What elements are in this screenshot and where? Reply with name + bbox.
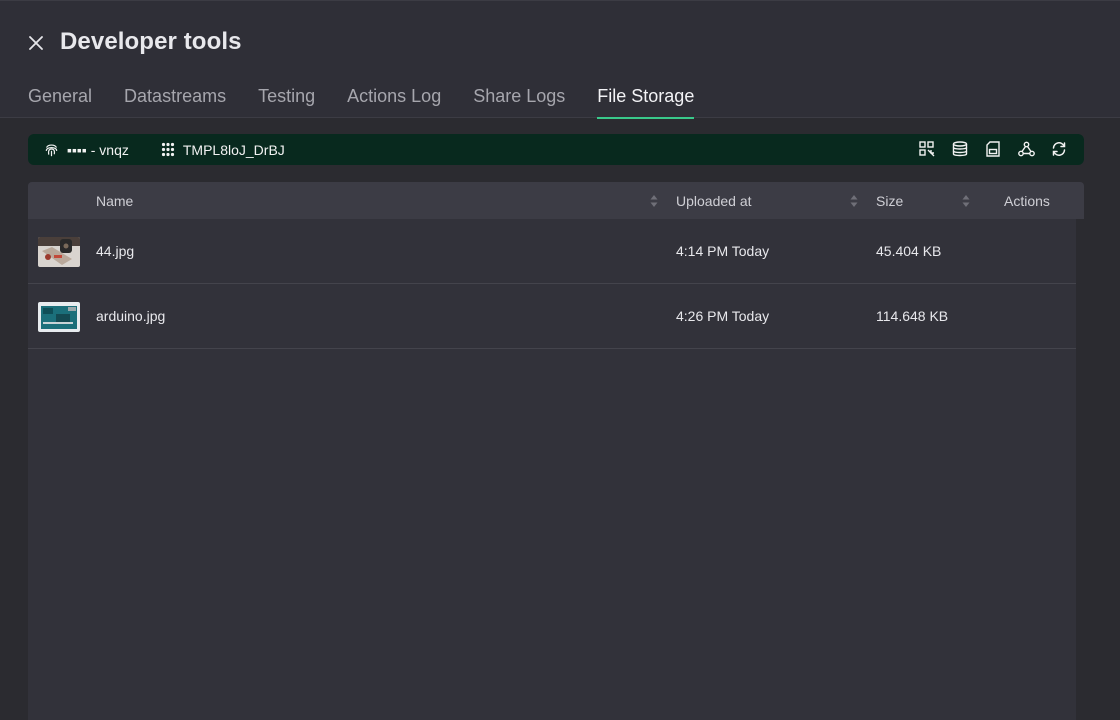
webhook-icon [1017,141,1035,157]
table-scrollbar[interactable] [1076,219,1084,720]
fingerprint-icon [45,144,58,157]
sd-card-icon [986,141,1000,157]
refresh-button[interactable] [1050,139,1068,159]
tab-actions-log[interactable]: Actions Log [347,84,441,119]
column-header-name[interactable]: Name [96,193,133,209]
template-info: TMPL8loJ_DrBJ [161,142,285,158]
page-title: Developer tools [60,28,242,55]
device-name: ▪▪▪▪ - vnqz [67,141,129,158]
device-info: ▪▪▪▪ - vnqz [44,142,129,158]
column-header-uploaded[interactable]: Uploaded at [676,193,752,209]
sort-name-icon[interactable] [650,194,658,208]
file-name[interactable]: 44.jpg [96,243,134,259]
file-size: 114.648 KB [876,308,949,324]
database-icon [952,141,968,157]
sort-size-icon[interactable] [962,194,970,208]
tab-file-storage[interactable]: File Storage [597,84,695,119]
table-row[interactable]: 44.jpg 4:14 PM Today 45.404 KB [28,219,1076,284]
column-header-size[interactable]: Size [876,193,903,209]
webhook-button[interactable] [1017,139,1035,159]
device-bar-actions [918,139,1068,159]
developer-mode-icon [919,141,935,157]
developer-mode-button[interactable] [918,139,936,159]
file-thumbnail [38,237,80,267]
column-header-actions: Actions [1004,193,1050,209]
tab-bar: General Datastreams Testing Actions Log … [28,84,726,119]
upload-time: 4:14 PM Today [676,243,770,259]
file-size: 45.404 KB [876,243,942,259]
tab-testing[interactable]: Testing [258,84,315,119]
table-header: Name Uploaded at Size Actions [28,182,1084,219]
file-table: Name Uploaded at Size Actions 44.jpg 4:1… [28,182,1084,720]
template-id: TMPL8loJ_DrBJ [182,141,285,158]
database-button[interactable] [951,139,969,159]
template-grid-icon [161,142,174,157]
tab-datastreams[interactable]: Datastreams [124,84,226,119]
tab-share-logs[interactable]: Share Logs [473,84,565,119]
refresh-icon [1052,142,1066,156]
close-icon [29,36,43,50]
close-button[interactable] [24,31,48,55]
sort-uploaded-icon[interactable] [850,194,858,208]
file-name[interactable]: arduino.jpg [96,308,165,324]
file-thumbnail [38,302,80,332]
header: Developer tools General Datastreams Test… [0,0,1120,119]
table-row[interactable]: arduino.jpg 4:26 PM Today 114.648 KB [28,284,1076,349]
tab-general[interactable]: General [28,84,92,119]
file-storage-button[interactable] [984,139,1002,159]
upload-time: 4:26 PM Today [676,308,770,324]
device-bar: ▪▪▪▪ - vnqz TMPL8loJ_DrBJ [28,134,1084,165]
